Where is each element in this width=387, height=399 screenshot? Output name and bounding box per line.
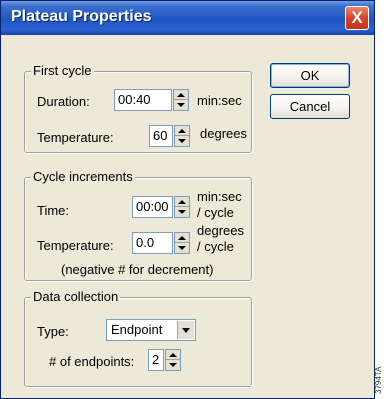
first-cycle-legend: First cycle [31, 63, 94, 78]
first-temperature-unit: degrees [200, 126, 247, 141]
cycle-increments-group: Cycle increments Time: 00:00 min:sec / c… [24, 169, 252, 281]
increment-temperature-input[interactable]: 0.0 [132, 232, 173, 254]
window-title: Plateau Properties [11, 8, 152, 25]
first-temperature-spinner[interactable] [174, 125, 190, 147]
first-temperature-input[interactable]: 60 [149, 125, 173, 147]
endpoints-input[interactable]: 2 [148, 349, 164, 371]
increment-temperature-unit-line1: degrees [197, 223, 244, 238]
duration-spinner[interactable] [173, 89, 189, 111]
figure-code-label: 3794TA [374, 366, 383, 394]
time-label: Time: [37, 203, 70, 218]
data-collection-legend: Data collection [31, 289, 121, 304]
first-temperature-label: Temperature: [37, 130, 114, 145]
decrement-note: (negative # for decrement) [61, 262, 214, 277]
increment-temperature-unit-line2: / cycle [197, 239, 234, 254]
endpoints-label: # of endpoints: [49, 354, 135, 369]
time-unit-line2: / cycle [197, 205, 234, 220]
spin-up-icon[interactable] [175, 233, 189, 243]
time-input[interactable]: 00:00 [132, 196, 173, 218]
close-icon: X [351, 8, 363, 27]
time-spinner[interactable] [174, 196, 190, 218]
spin-down-icon[interactable] [175, 207, 189, 217]
plateau-properties-dialog: Plateau Properties X First cycle Duratio… [0, 0, 375, 399]
cycle-increments-legend: Cycle increments [31, 169, 135, 184]
spin-down-icon[interactable] [174, 100, 188, 110]
type-select-value: Endpoint [111, 322, 163, 337]
spin-down-icon[interactable] [175, 136, 189, 146]
spin-up-icon[interactable] [174, 90, 188, 100]
endpoints-spinner[interactable] [165, 349, 181, 371]
spin-down-icon[interactable] [175, 243, 189, 253]
type-select[interactable]: Endpoint [106, 319, 196, 341]
ok-button[interactable]: OK [270, 63, 350, 88]
first-cycle-group: First cycle Duration: 00:40 min:sec Temp… [24, 63, 252, 153]
data-collection-group: Data collection Type: Endpoint # of endp… [24, 289, 252, 387]
chevron-down-icon[interactable] [177, 321, 194, 339]
increment-temperature-label: Temperature: [37, 238, 114, 253]
increment-temperature-spinner[interactable] [174, 232, 190, 254]
duration-unit: min:sec [197, 93, 242, 108]
spin-up-icon[interactable] [175, 197, 189, 207]
spin-down-icon[interactable] [166, 360, 180, 370]
close-button[interactable]: X [345, 6, 369, 30]
spin-up-icon[interactable] [166, 350, 180, 360]
time-unit-line1: min:sec [197, 189, 242, 204]
spin-up-icon[interactable] [175, 126, 189, 136]
title-bar[interactable]: Plateau Properties X [1, 1, 374, 35]
duration-input[interactable]: 00:40 [114, 89, 172, 111]
type-label: Type: [37, 324, 69, 339]
cancel-button[interactable]: Cancel [270, 94, 350, 119]
duration-label: Duration: [37, 94, 90, 109]
